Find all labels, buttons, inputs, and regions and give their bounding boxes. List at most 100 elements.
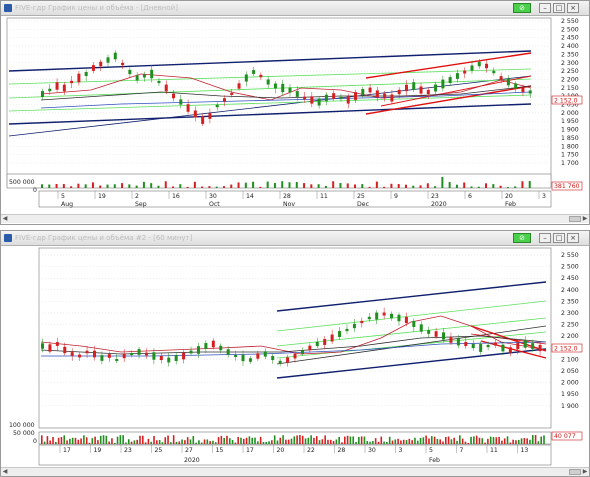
volume-bar bbox=[441, 176, 444, 188]
date-label: 19 bbox=[98, 193, 106, 200]
volume-bar bbox=[329, 439, 332, 444]
date-label: 25 bbox=[357, 193, 365, 200]
candle bbox=[241, 354, 245, 362]
candle bbox=[41, 343, 44, 349]
volume-bar bbox=[200, 442, 203, 444]
horizontal-scrollbar[interactable]: ◀ ▶ bbox=[1, 467, 589, 476]
volume-bar bbox=[528, 181, 531, 188]
scrollbar-thumb[interactable] bbox=[569, 216, 581, 222]
date-label: 30 bbox=[209, 193, 217, 200]
volume-bar bbox=[358, 436, 360, 444]
volume-bar bbox=[172, 435, 175, 444]
volume-axis-label: 500 000 bbox=[9, 179, 35, 186]
volume-bar bbox=[523, 438, 526, 444]
volume-bar bbox=[46, 436, 49, 444]
volume-bar bbox=[125, 442, 127, 444]
price-axis-label: 2 550 bbox=[561, 252, 579, 259]
title-bar[interactable]: FIVE-гдр График цены и объёма #2 - [60 м… bbox=[1, 231, 589, 246]
month-label: 2020 bbox=[184, 457, 200, 464]
price-volume-chart[interactable]: 2 5502 5002 4502 4002 3502 3002 2502 200… bbox=[1, 246, 589, 468]
candle bbox=[196, 346, 200, 354]
volume-bar bbox=[338, 436, 340, 444]
chart-window-hourly[interactable]: FIVE-гдр График цены и объёма #2 - [60 м… bbox=[0, 230, 590, 477]
candle bbox=[237, 83, 241, 89]
candle bbox=[85, 350, 89, 354]
minimize-icon[interactable]: – bbox=[539, 233, 551, 243]
volume-bar bbox=[388, 436, 391, 444]
volume-bar bbox=[503, 438, 506, 444]
candle bbox=[499, 76, 503, 80]
candle bbox=[204, 343, 208, 349]
volume-bar bbox=[537, 441, 540, 444]
volume-bar bbox=[318, 440, 321, 444]
candle bbox=[106, 57, 110, 63]
title-bar[interactable]: FIVE-гдр График цены и объёма - [Дневной… bbox=[1, 1, 589, 16]
volume-bar bbox=[184, 440, 186, 444]
candle bbox=[404, 316, 408, 324]
close-icon[interactable]: × bbox=[567, 3, 579, 13]
volume-bar bbox=[383, 186, 386, 188]
candle bbox=[48, 88, 52, 92]
candle bbox=[523, 340, 527, 348]
candle bbox=[121, 62, 125, 66]
volume-bar bbox=[296, 435, 298, 444]
volume-bar bbox=[271, 440, 273, 444]
chart-window-daily[interactable]: FIVE-гдр График цены и объёма - [Дневной… bbox=[0, 0, 590, 225]
close-icon[interactable]: × bbox=[567, 233, 579, 243]
volume-bar bbox=[521, 181, 524, 188]
maximize-icon[interactable]: □ bbox=[553, 233, 565, 243]
candle bbox=[508, 347, 512, 353]
volume-bar bbox=[412, 185, 415, 188]
volume-bar bbox=[220, 435, 223, 444]
volume-bar bbox=[158, 439, 161, 444]
volume-bar bbox=[230, 184, 233, 188]
scroll-right-icon[interactable]: ▶ bbox=[581, 215, 589, 223]
price-axis-label: 2 150 bbox=[561, 85, 579, 92]
candle bbox=[455, 73, 459, 79]
volume-bar bbox=[428, 438, 430, 444]
volume-bar bbox=[80, 438, 82, 444]
volume-bar bbox=[111, 438, 113, 444]
volume-bar bbox=[534, 435, 537, 444]
volume-bar bbox=[397, 438, 399, 444]
price-volume-chart[interactable]: 2 5502 5002 4502 4002 3502 3002 2502 200… bbox=[1, 16, 589, 216]
volume-bar bbox=[477, 186, 480, 188]
volume-bar bbox=[41, 184, 43, 188]
price-axis-label: 2 300 bbox=[561, 310, 579, 317]
price-axis-label: 2 400 bbox=[561, 43, 579, 50]
volume-bar bbox=[335, 439, 338, 444]
scroll-left-icon[interactable]: ◀ bbox=[1, 468, 9, 476]
candle bbox=[295, 91, 299, 97]
candle bbox=[528, 90, 532, 94]
scroll-right-icon[interactable]: ▶ bbox=[581, 468, 589, 476]
candle bbox=[456, 338, 460, 346]
scroll-left-icon[interactable]: ◀ bbox=[1, 215, 9, 223]
volume-bar bbox=[113, 442, 116, 444]
date-label: 17 bbox=[246, 447, 254, 454]
volume-bar bbox=[470, 186, 473, 188]
candle bbox=[419, 324, 423, 332]
volume-bar bbox=[310, 435, 312, 444]
candle bbox=[332, 93, 336, 99]
candle bbox=[521, 87, 525, 93]
price-axis-label: 2 450 bbox=[561, 275, 579, 282]
price-marker-label: 2 152.0 bbox=[554, 97, 578, 104]
candle bbox=[339, 96, 343, 100]
link-icon[interactable]: ⊘ bbox=[513, 233, 531, 243]
volume-bar bbox=[372, 440, 374, 444]
volume-axis-label: 0 bbox=[33, 438, 37, 445]
candle bbox=[442, 332, 446, 340]
volume-bar bbox=[436, 439, 439, 444]
volume-bar bbox=[157, 185, 160, 188]
scrollbar-thumb[interactable] bbox=[569, 469, 581, 475]
minimize-icon[interactable]: – bbox=[539, 3, 551, 13]
month-label: Feb bbox=[429, 457, 440, 464]
link-icon[interactable]: ⊘ bbox=[513, 3, 531, 13]
candle bbox=[172, 93, 176, 99]
volume-bar bbox=[172, 186, 175, 188]
volume-bar bbox=[450, 439, 453, 444]
volume-bar bbox=[74, 437, 77, 444]
maximize-icon[interactable]: □ bbox=[553, 3, 565, 13]
horizontal-scrollbar[interactable]: ◀ ▶ bbox=[1, 214, 589, 223]
volume-bar bbox=[404, 184, 407, 188]
